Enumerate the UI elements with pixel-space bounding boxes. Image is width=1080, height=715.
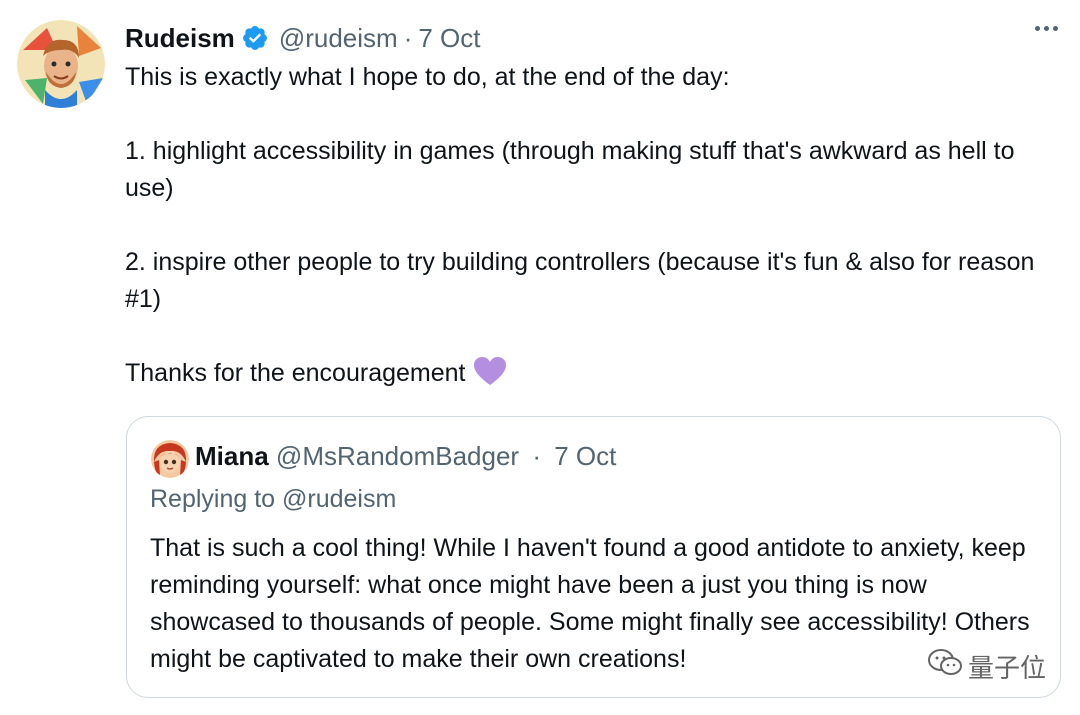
quoted-tweet-timestamp[interactable]: 7 Oct	[554, 441, 616, 471]
quoted-tweet[interactable]: Miana @MsRandomBadger · 7 Oct Replying t…	[126, 416, 1061, 698]
separator-dot: ·	[403, 22, 413, 53]
author-display-name[interactable]: Rudeism	[125, 23, 235, 54]
cartoon-man-avatar-icon	[17, 20, 105, 108]
purple-heart-icon	[473, 356, 507, 397]
watermark: 量子位	[928, 648, 1046, 685]
author-handle[interactable]: @rudeism	[279, 23, 398, 54]
tweet-paragraph: This is exactly what I hope to do, at th…	[125, 63, 730, 91]
quoted-tweet-text: That is such a cool thing! While I haven…	[150, 534, 1030, 673]
verified-badge-icon	[241, 24, 269, 52]
cartoon-girl-avatar-icon	[151, 440, 189, 478]
tweet-paragraph: Thanks for the encouragement	[125, 359, 466, 387]
replying-to-label[interactable]: Replying to @rudeism	[150, 485, 396, 514]
tweet-paragraph: 1. highlight accessibility in games (thr…	[125, 137, 1015, 202]
tweet-paragraph: 2. inspire other people to try building …	[125, 248, 1035, 313]
tweet-text: This is exactly what I hope to do, at th…	[125, 59, 1070, 397]
watermark-text: 量子位	[968, 653, 1047, 683]
quoted-author-display-name[interactable]: Miana	[195, 441, 269, 471]
quoted-tweet-header: Miana @MsRandomBadger · 7 Oct	[195, 441, 616, 472]
tweet-header: Rudeism @rudeism · 7 Oct	[125, 20, 1060, 56]
wechat-icon	[928, 649, 962, 684]
tweet-timestamp[interactable]: 7 Oct	[418, 23, 480, 54]
separator-dot: ·	[532, 441, 541, 471]
tweet: Rudeism @rudeism · 7 Oct This is exactly…	[0, 0, 1080, 715]
more-horizontal-icon[interactable]	[1035, 26, 1058, 31]
quoted-author-avatar[interactable]	[151, 440, 189, 478]
tweet-paragraph-last: Thanks for the encouragement	[125, 355, 1070, 397]
author-avatar[interactable]	[17, 20, 105, 108]
quoted-author-handle[interactable]: @MsRandomBadger	[276, 441, 519, 471]
